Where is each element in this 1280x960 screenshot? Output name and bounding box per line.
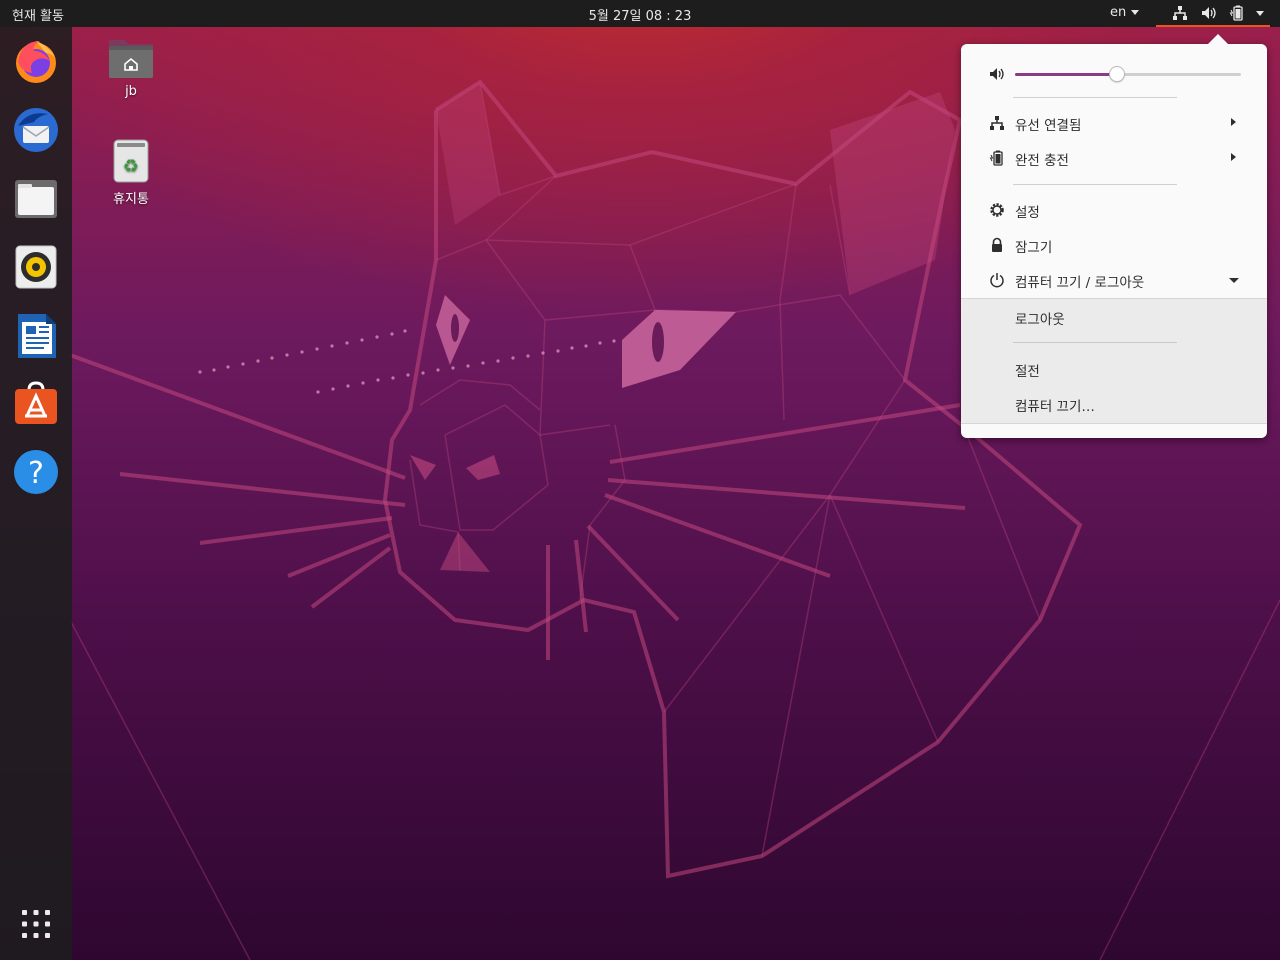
files-icon xyxy=(15,180,57,218)
software-icon xyxy=(15,381,57,424)
menu-item-label: 설정 xyxy=(1015,205,1040,221)
chevron-down-icon xyxy=(1131,10,1140,15)
dock-rhythmbox[interactable] xyxy=(12,243,60,291)
desktop-icon-label: jb xyxy=(125,84,137,99)
volume-slider-fill xyxy=(1015,73,1117,76)
menu-item-label: 컴퓨터 끄기 / 로그아웃 xyxy=(1015,275,1145,291)
separator xyxy=(1013,342,1177,343)
desktop-icon-home[interactable]: jb xyxy=(86,36,176,99)
menu-item-power-off[interactable]: 컴퓨터 끄기… xyxy=(961,387,1267,421)
thunderbird-icon xyxy=(14,108,58,152)
menu-item-label: 컴퓨터 끄기… xyxy=(1015,399,1095,415)
trash-icon: ♻ xyxy=(113,139,149,183)
desktop-icon-label: 휴지통 xyxy=(113,192,149,207)
separator xyxy=(1013,97,1177,98)
volume-row xyxy=(961,58,1267,88)
firefox-icon xyxy=(16,41,56,83)
language-indicator[interactable]: en xyxy=(1110,5,1140,20)
dock-firefox[interactable] xyxy=(12,37,60,85)
volume-icon xyxy=(1202,7,1216,19)
menu-item-power[interactable]: 컴퓨터 끄기 / 로그아웃 xyxy=(961,263,1267,297)
menu-item-label: 완전 충전 xyxy=(1015,153,1069,169)
dock: ? xyxy=(0,27,72,960)
menu-arrow xyxy=(1207,34,1229,45)
activities-button[interactable]: 현재 활동 xyxy=(12,5,64,24)
separator xyxy=(1013,184,1177,185)
menu-item-suspend[interactable]: 절전 xyxy=(961,352,1267,386)
menu-item-logout[interactable]: 로그아웃 xyxy=(961,300,1267,334)
network-wired-icon xyxy=(1173,6,1187,20)
menu-item-label: 절전 xyxy=(1015,364,1040,380)
battery-icon xyxy=(1229,5,1243,21)
top-bar: 현재 활동 5월 27일 08 : 23 en xyxy=(0,0,1280,27)
rhythmbox-icon xyxy=(15,245,57,289)
power-icon xyxy=(990,273,1004,288)
clock[interactable]: 5월 27일 08 : 23 xyxy=(589,9,692,24)
show-applications-button[interactable] xyxy=(12,900,60,948)
system-menu: 유선 연결됨 완전 충전 설정 잠그기 컴퓨터 끄기 / 로그아웃 로그아웃 절… xyxy=(961,44,1267,438)
power-submenu: 로그아웃 절전 컴퓨터 끄기… xyxy=(961,298,1267,424)
lock-icon xyxy=(992,237,1002,252)
chevron-down-icon xyxy=(1256,11,1264,16)
svg-text:?: ? xyxy=(28,456,44,491)
home-folder-icon xyxy=(109,40,153,78)
dock-files[interactable] xyxy=(12,175,60,223)
gear-icon xyxy=(990,203,1004,217)
language-label: en xyxy=(1110,5,1127,20)
menu-item-battery[interactable]: 완전 충전 xyxy=(961,141,1267,175)
desktop-icon-trash[interactable]: ♻ 휴지통 xyxy=(86,138,176,207)
network-wired-icon xyxy=(990,116,1004,130)
writer-icon xyxy=(18,314,56,358)
svg-text:♻: ♻ xyxy=(123,156,139,177)
active-indicator xyxy=(1156,25,1270,27)
system-status-area[interactable] xyxy=(1156,0,1270,27)
chevron-right-icon xyxy=(1231,153,1236,161)
volume-slider[interactable] xyxy=(1015,66,1241,82)
volume-slider-handle[interactable] xyxy=(1108,66,1125,82)
volume-icon xyxy=(990,68,1004,80)
chevron-down-icon xyxy=(1229,278,1239,283)
dock-software[interactable] xyxy=(12,380,60,428)
menu-item-wired[interactable]: 유선 연결됨 xyxy=(961,106,1267,140)
menu-item-label: 유선 연결됨 xyxy=(1015,118,1082,134)
dock-help[interactable]: ? xyxy=(12,448,60,496)
menu-item-lock[interactable]: 잠그기 xyxy=(961,228,1267,262)
dock-writer[interactable] xyxy=(12,312,60,360)
grid-icon xyxy=(22,910,50,938)
dock-thunderbird[interactable] xyxy=(12,106,60,154)
chevron-right-icon xyxy=(1231,118,1236,126)
menu-item-settings[interactable]: 설정 xyxy=(961,193,1267,227)
battery-icon xyxy=(989,150,1003,166)
menu-item-label: 잠그기 xyxy=(1015,240,1053,256)
menu-item-label: 로그아웃 xyxy=(1015,312,1065,328)
help-icon: ? xyxy=(14,450,58,494)
